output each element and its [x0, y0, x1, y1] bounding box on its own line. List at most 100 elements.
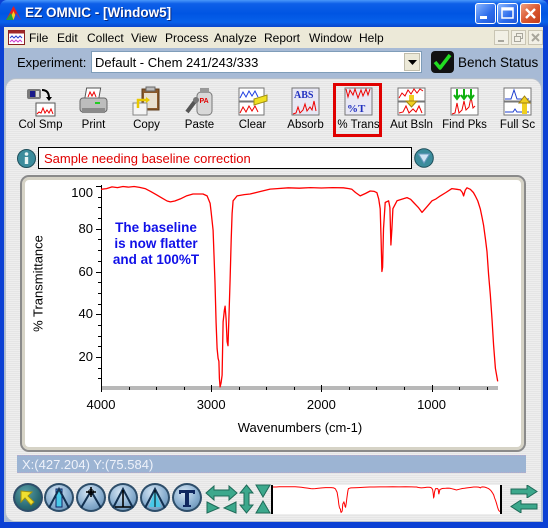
- collect-sample-icon: [27, 89, 56, 117]
- maximize-button[interactable]: [497, 3, 518, 24]
- y-tick-label: 60: [78, 263, 93, 279]
- full-scale-icon: [503, 87, 532, 116]
- pointer-arrow-icon: [20, 490, 35, 506]
- find-peaks-icon: [450, 87, 479, 116]
- absorbance-icon: ABS: [291, 87, 320, 116]
- auto-baseline-icon: [397, 87, 426, 116]
- minimize-icon: [480, 16, 487, 19]
- col-smp-button[interactable]: Col Smp: [14, 84, 67, 135]
- menu-analyze[interactable]: Analyze: [214, 31, 257, 45]
- x-tick-label: 3000: [196, 397, 226, 412]
- x-tick-label: 4000: [86, 397, 116, 412]
- menu-process[interactable]: Process: [165, 31, 208, 45]
- y-tick-label: 20: [78, 349, 93, 365]
- absorb-button[interactable]: ABS Absorb: [279, 84, 332, 135]
- paste-label: Paste: [184, 119, 215, 131]
- menu-file[interactable]: File: [29, 31, 48, 45]
- find-pks-label: Find Pks: [442, 119, 487, 131]
- clear-icon: [238, 87, 268, 116]
- aut-bsln-button[interactable]: Aut Bsln: [385, 84, 438, 135]
- expand-horizontal-icon[interactable]: [205, 484, 238, 514]
- experiment-label: Experiment:: [17, 55, 87, 70]
- y-axis-label: % Transmittance: [30, 235, 46, 332]
- region-tool-button[interactable]: [44, 483, 74, 512]
- copy-label: Copy: [133, 119, 160, 131]
- app-logo-icon: [6, 6, 21, 20]
- overview-spectrum-line: [273, 486, 500, 514]
- spectrum-list-dropdown-icon[interactable]: [414, 148, 434, 168]
- menu-view[interactable]: View: [131, 31, 157, 45]
- selection-tool-button[interactable]: [13, 483, 43, 512]
- col-smp-label: Col Smp: [18, 119, 63, 131]
- active-tool-highlight: [333, 83, 382, 137]
- window-title: EZ OMNIC - [Window5]: [25, 5, 172, 20]
- peak-area-tool-button[interactable]: [140, 483, 170, 512]
- mdi-close-button[interactable]: [528, 30, 543, 45]
- spectrum-title-text: Sample needing baseline correction: [44, 151, 251, 166]
- full-sc-label: Full Sc: [499, 119, 536, 131]
- spectrum-title-field[interactable]: Sample needing baseline correction: [38, 147, 412, 169]
- text-annotation-tool-button[interactable]: [172, 483, 202, 512]
- mdi-minimize-button[interactable]: [494, 30, 509, 45]
- y-tick-label: 80: [78, 220, 93, 236]
- y-tick-label: 40: [78, 306, 93, 322]
- status-bar: X:(427.204) Y:(75.584): [17, 455, 526, 473]
- x-tick-label: 1000: [417, 397, 446, 412]
- menu-help[interactable]: Help: [359, 31, 384, 45]
- close-button[interactable]: [520, 3, 541, 24]
- print-button[interactable]: Print: [67, 84, 120, 135]
- menu-edit[interactable]: Edit: [57, 31, 78, 45]
- cursor-readout: X:(427.204) Y:(75.584): [22, 457, 154, 472]
- menu-bar: File Edit Collect View Process Analyze R…: [4, 27, 543, 48]
- x-tick-label: 2000: [306, 397, 336, 412]
- x-axis-label: Wavenumbers (cm-1): [237, 420, 363, 435]
- paste-button[interactable]: PA Paste: [173, 84, 226, 135]
- y-tick-label: 100: [71, 185, 93, 200]
- peak-height-tool-button[interactable]: [76, 483, 106, 512]
- scroll-left-icon[interactable]: [510, 500, 538, 513]
- printer-icon: [79, 87, 108, 113]
- menu-window[interactable]: Window: [309, 31, 352, 45]
- info-icon[interactable]: [17, 149, 36, 168]
- plot-annotation-line: The baseline: [115, 220, 197, 235]
- checkmark-icon: [433, 53, 452, 70]
- svg-text:PA: PA: [200, 98, 209, 105]
- contract-vertical-icon[interactable]: [255, 484, 271, 514]
- copy-icon: [132, 86, 160, 116]
- restore-icon: [514, 33, 523, 42]
- peak-label-icon: [112, 487, 134, 509]
- aut-bsln-label: Aut Bsln: [390, 119, 433, 131]
- experiment-select[interactable]: Default - Chem 241/243/333: [91, 51, 422, 73]
- plot-annotation-line: is now flatter: [114, 236, 198, 251]
- peak-area-icon: [144, 487, 166, 509]
- peak-label-tool-button[interactable]: [108, 483, 138, 512]
- text-tool-icon: [179, 490, 195, 507]
- menu-report[interactable]: Report: [264, 31, 300, 45]
- close-icon: [525, 8, 536, 19]
- experiment-value: Default - Chem 241/243/333: [95, 55, 259, 70]
- minimize-button[interactable]: [475, 3, 496, 24]
- mdi-restore-button[interactable]: [511, 30, 526, 45]
- expand-vertical-icon[interactable]: [239, 484, 254, 514]
- absorb-label: Absorb: [287, 119, 324, 131]
- paste-icon: PA: [185, 88, 213, 116]
- clear-button[interactable]: Clear: [226, 84, 279, 135]
- find-pks-button[interactable]: Find Pks: [438, 84, 491, 135]
- region-tool-icon: [48, 487, 70, 509]
- document-window-icon[interactable]: [8, 30, 25, 45]
- overview-chart: [273, 486, 500, 514]
- maximize-icon: [501, 7, 514, 19]
- spectrum-overview-thumbnail[interactable]: [271, 485, 502, 514]
- copy-button[interactable]: Copy: [120, 84, 173, 135]
- scroll-right-icon[interactable]: [510, 485, 538, 498]
- experiment-dropdown-button[interactable]: [404, 53, 420, 71]
- chevron-down-icon: [408, 60, 417, 65]
- bench-status-indicator[interactable]: [431, 51, 454, 73]
- menu-collect[interactable]: Collect: [87, 31, 124, 45]
- full-sc-button[interactable]: Full Sc: [491, 84, 544, 135]
- clear-label: Clear: [238, 119, 267, 131]
- bench-status-label[interactable]: Bench Status: [458, 55, 538, 70]
- plot-annotation-line: and at 100%T: [112, 252, 200, 267]
- svg-text:ABS: ABS: [294, 90, 314, 101]
- crosshair-peak-icon: [80, 487, 102, 509]
